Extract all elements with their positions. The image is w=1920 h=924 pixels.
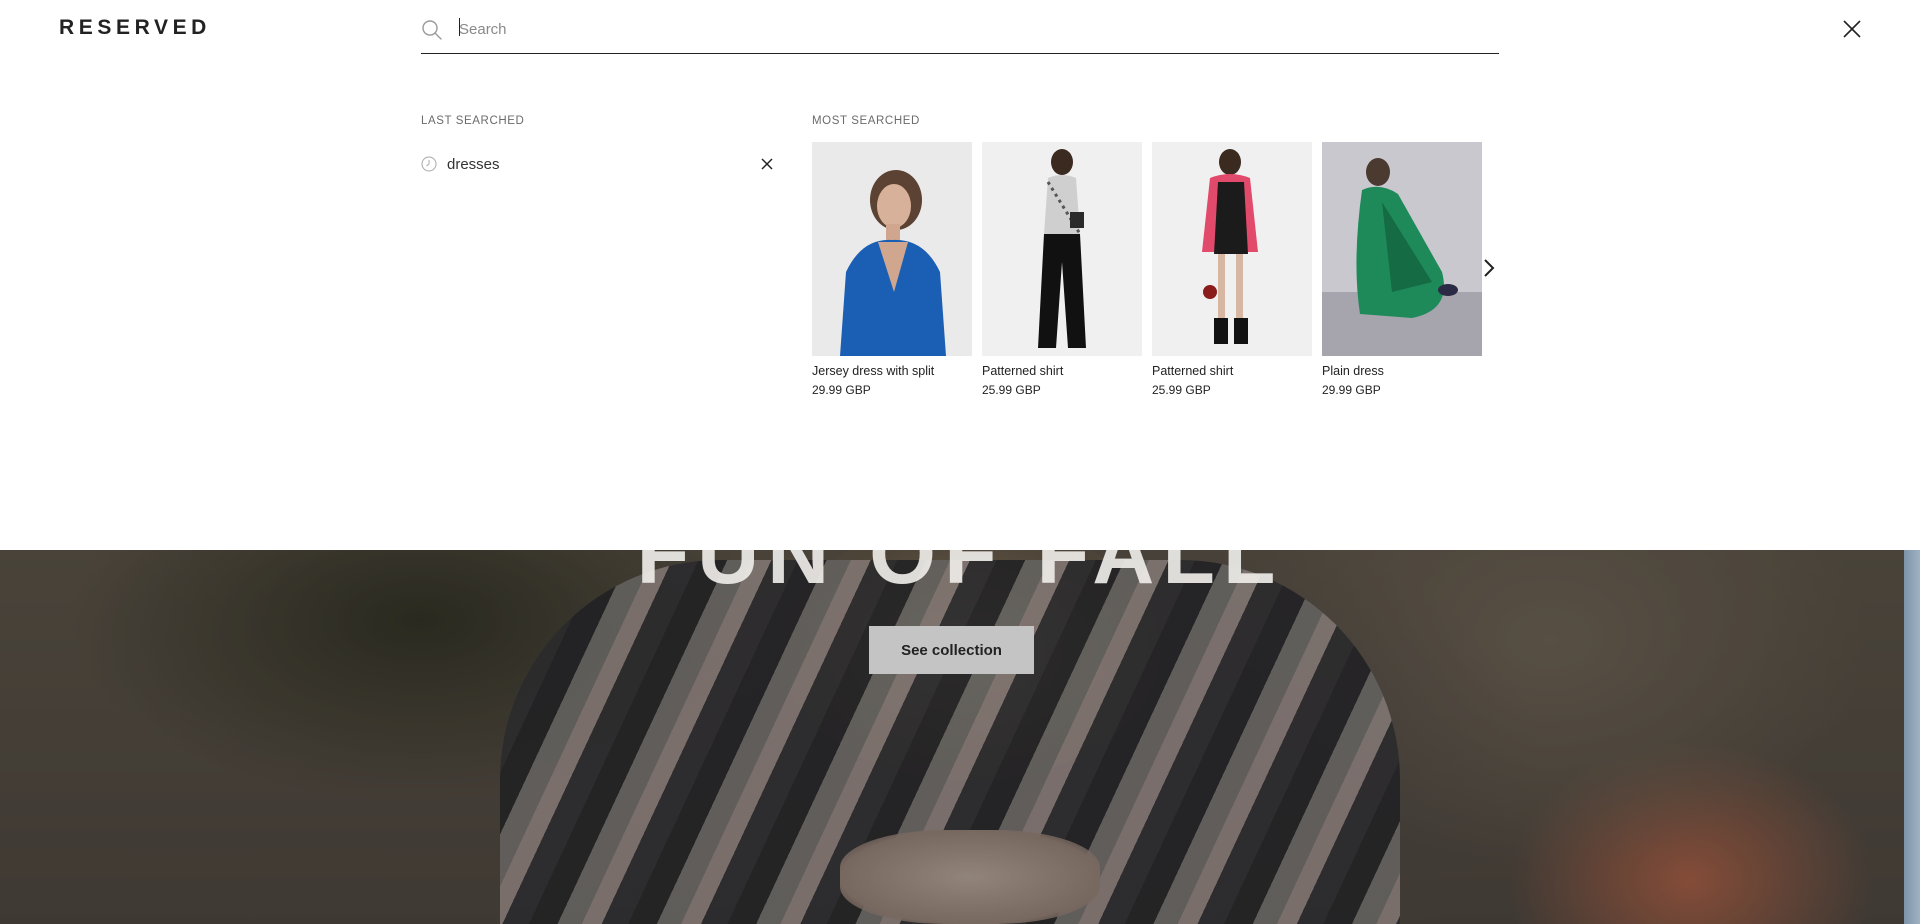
- product-name[interactable]: Patterned shirt: [982, 363, 1142, 379]
- product-image-woman-in-green-dress-seated[interactable]: [1322, 142, 1482, 356]
- recent-search-label: dresses: [447, 155, 500, 173]
- brand-logo[interactable]: RESERVED: [59, 16, 211, 40]
- product-image-woman-in-blue-dress[interactable]: [812, 142, 972, 356]
- product-price: 25.99 GBP: [982, 383, 1041, 397]
- product-name[interactable]: Patterned shirt: [1152, 363, 1312, 379]
- search-overlay: RESERVED LAST SEARCHED dresses MOST SEAR…: [0, 0, 1920, 550]
- hero-image-edge: [1904, 550, 1920, 924]
- remove-icon[interactable]: [758, 155, 776, 173]
- product-image-woman-in-pink-shirt-black-dress[interactable]: [1152, 142, 1312, 356]
- last-searched-title: LAST SEARCHED: [421, 115, 525, 127]
- product-price: 29.99 GBP: [1322, 383, 1381, 397]
- product-card[interactable]: Plain dress 29.99 GBP: [1322, 142, 1482, 397]
- search-input[interactable]: [459, 14, 1459, 45]
- most-searched-title: MOST SEARCHED: [812, 115, 920, 127]
- close-icon[interactable]: [1840, 17, 1864, 41]
- search-bar: [421, 10, 1499, 54]
- clock-icon: [421, 156, 437, 172]
- product-name[interactable]: Jersey dress with split: [812, 363, 972, 379]
- most-searched-carousel: Jersey dress with split 29.99 GBP Patter…: [812, 142, 1482, 397]
- product-card[interactable]: Patterned shirt 25.99 GBP: [982, 142, 1142, 397]
- product-card[interactable]: Jersey dress with split 29.99 GBP: [812, 142, 972, 397]
- product-price: 29.99 GBP: [812, 383, 871, 397]
- product-card[interactable]: Patterned shirt 25.99 GBP: [1152, 142, 1312, 397]
- see-collection-button[interactable]: See collection: [869, 626, 1034, 674]
- product-name[interactable]: Plain dress: [1322, 363, 1482, 379]
- recent-search-item[interactable]: dresses: [421, 152, 776, 176]
- product-price: 25.99 GBP: [1152, 383, 1211, 397]
- product-image-woman-in-patterned-shirt-black-trousers[interactable]: [982, 142, 1142, 356]
- text-caret: [459, 18, 460, 36]
- search-icon[interactable]: [421, 19, 443, 41]
- chevron-right-icon[interactable]: [1478, 256, 1500, 280]
